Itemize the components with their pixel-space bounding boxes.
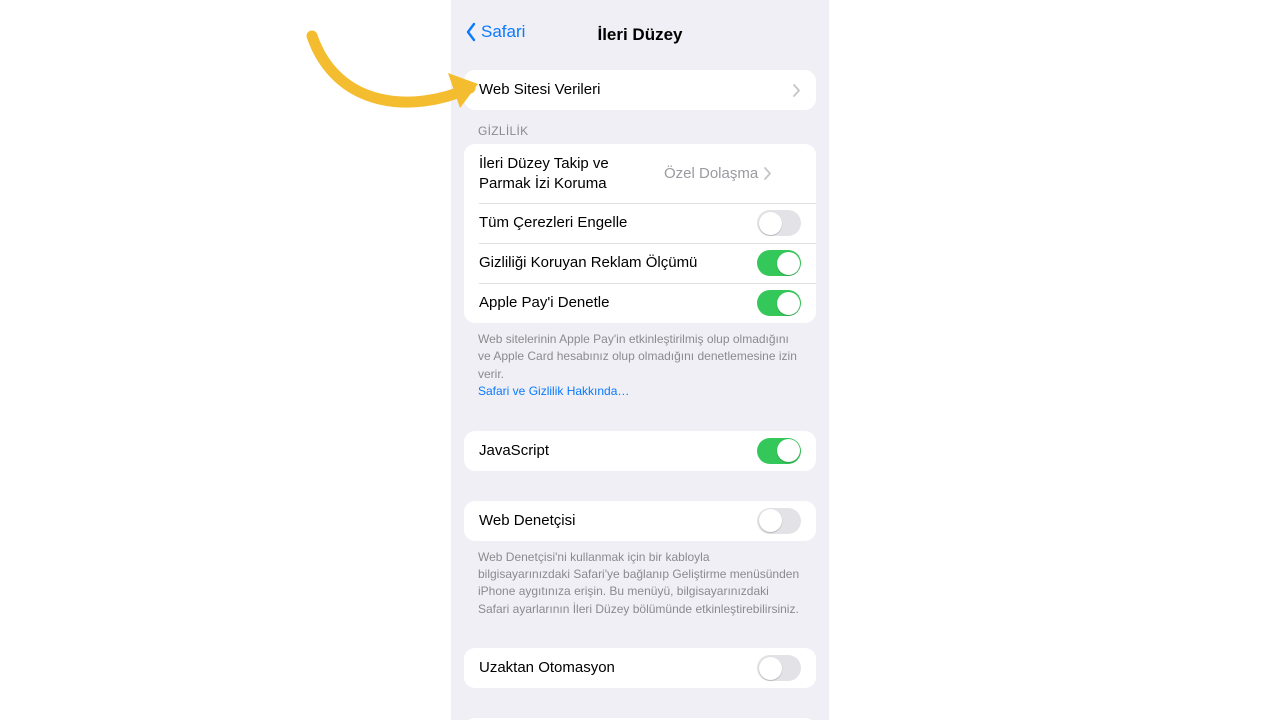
privacy-footer-text: Web sitelerinin Apple Pay'in etkinleştir… [478,332,797,381]
row-label: Gizliliği Koruyan Reklam Ölçümü [479,243,757,283]
row-label: Uzaktan Otomasyon [479,648,757,688]
group-privacy: İleri Düzey Takip ve Parmak İzi Koruma Ö… [464,144,816,323]
page-title: İleri Düzey [451,25,829,45]
privacy-link[interactable]: Safari ve Gizlilik Hakkında… [478,384,629,398]
group-web-inspector: Web Denetçisi [464,501,816,541]
row-label: Apple Pay'i Denetle [479,283,757,323]
row-value: Özel Dolaşma [664,165,758,182]
row-block-cookies: Tüm Çerezleri Engelle [464,203,816,243]
toggle-remote-automation[interactable] [757,655,801,681]
row-tracking-protection[interactable]: İleri Düzey Takip ve Parmak İzi Koruma Ö… [464,144,816,203]
row-web-inspector: Web Denetçisi [464,501,816,541]
toggle-javascript[interactable] [757,438,801,464]
group-website-data: Web Sitesi Verileri [464,70,816,110]
privacy-header: GİZLİLİK [464,110,816,144]
web-inspector-footer: Web Denetçisi'ni kullanmak için bir kabl… [464,541,816,619]
row-remote-automation: Uzaktan Otomasyon [464,648,816,688]
row-label: JavaScript [479,431,757,471]
toggle-ad-measurement[interactable] [757,250,801,276]
chevron-right-icon [764,167,772,180]
row-javascript: JavaScript [464,431,816,471]
privacy-footer: Web sitelerinin Apple Pay'in etkinleştir… [464,323,816,401]
chevron-right-icon [793,84,801,97]
nav-bar: Safari İleri Düzey [451,0,829,56]
row-label: Web Sitesi Verileri [479,70,793,110]
row-label: Tüm Çerezleri Engelle [479,203,757,243]
row-label: Web Denetçisi [479,501,757,541]
group-javascript: JavaScript [464,431,816,471]
settings-panel: Safari İleri Düzey Web Sitesi Verileri G… [451,0,829,720]
row-ad-measurement: Gizliliği Koruyan Reklam Ölçümü [464,243,816,283]
toggle-block-cookies[interactable] [757,210,801,236]
row-label: İleri Düzey Takip ve Parmak İzi Koruma [479,144,664,203]
group-remote-automation: Uzaktan Otomasyon [464,648,816,688]
toggle-apple-pay[interactable] [757,290,801,316]
row-apple-pay: Apple Pay'i Denetle [464,283,816,323]
toggle-web-inspector[interactable] [757,508,801,534]
row-website-data[interactable]: Web Sitesi Verileri [464,70,816,110]
